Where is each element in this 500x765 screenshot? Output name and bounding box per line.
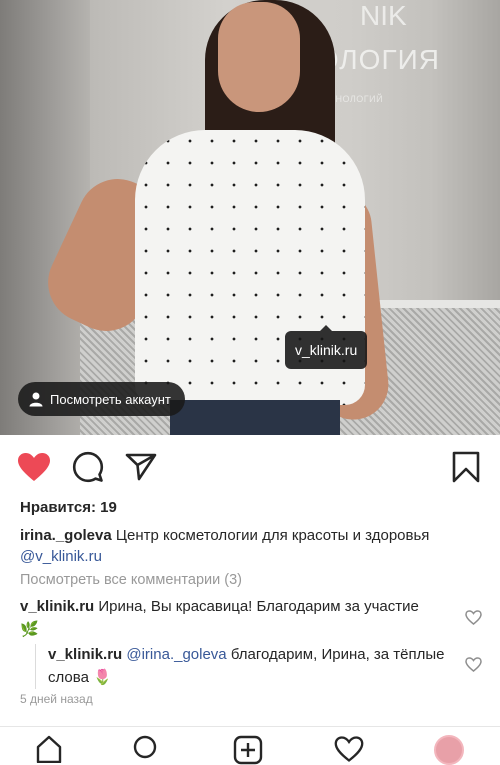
- home-icon: [36, 735, 62, 763]
- comment-username[interactable]: v_klinik.ru: [20, 598, 94, 615]
- view-all-comments-link[interactable]: Посмотреть все комментарии (3): [20, 572, 242, 588]
- nav-activity-button[interactable]: [334, 735, 364, 765]
- comment-emoji: 🌿: [20, 620, 39, 638]
- comment-icon: [72, 451, 104, 483]
- paper-plane-icon: [125, 453, 157, 481]
- bottom-nav: [0, 726, 500, 765]
- user-tag[interactable]: v_klinik.ru: [285, 325, 368, 369]
- add-post-icon: [233, 735, 263, 765]
- photo-person-face: [218, 2, 300, 112]
- reply-like-button[interactable]: [464, 655, 482, 673]
- user-icon: [29, 392, 43, 407]
- caption-text: Центр косметологии для красоты и здоровь…: [111, 527, 430, 544]
- view-account-button[interactable]: Посмотреть аккаунт: [18, 382, 185, 416]
- post-timestamp: 5 дней назад: [20, 692, 93, 706]
- post-caption: irina._goleva Центр косметологии для кра…: [20, 525, 490, 567]
- heart-outline-icon: [464, 609, 482, 625]
- photo-sign-top: NIK: [360, 0, 407, 31]
- likes-count[interactable]: Нравится: 19: [20, 499, 117, 516]
- caption-username[interactable]: irina._goleva: [20, 527, 112, 544]
- nav-profile-button[interactable]: [434, 735, 464, 765]
- caption-mention[interactable]: @v_klinik.ru: [20, 548, 102, 565]
- heart-filled-icon: [18, 453, 50, 481]
- nav-home-button[interactable]: [34, 735, 64, 765]
- photo-person-jeans: [170, 400, 340, 435]
- comment-like-button[interactable]: [464, 608, 482, 626]
- nav-search-button[interactable]: [132, 735, 162, 765]
- bookmark-icon: [452, 451, 480, 483]
- reply-username[interactable]: v_klinik.ru: [48, 646, 122, 663]
- comment-button[interactable]: [68, 447, 108, 487]
- search-icon: [133, 735, 157, 759]
- reply-mention[interactable]: @irina._goleva: [122, 646, 226, 663]
- comment-item: v_klinik.ru Ирина, Вы красавица! Благода…: [20, 596, 440, 641]
- view-account-label: Посмотреть аккаунт: [50, 391, 171, 407]
- like-button[interactable]: [14, 447, 54, 487]
- profile-avatar: [434, 735, 464, 765]
- save-button[interactable]: [446, 447, 486, 487]
- post-photo[interactable]: NIK ТОЛОГИЯ ИХ ТЕХНОЛОГИЙ v_klinik.ru По…: [0, 0, 500, 435]
- reply-emoji: 🌷: [93, 668, 112, 686]
- reply-item: v_klinik.ru @irina._goleva благодарим, И…: [35, 644, 458, 689]
- share-button[interactable]: [121, 447, 161, 487]
- comment-text: Ирина, Вы красавица! Благодарим за участ…: [94, 598, 419, 615]
- action-bar: [0, 447, 500, 487]
- activity-heart-icon: [334, 736, 364, 762]
- nav-add-post-button[interactable]: [233, 735, 263, 765]
- heart-outline-icon: [464, 656, 482, 672]
